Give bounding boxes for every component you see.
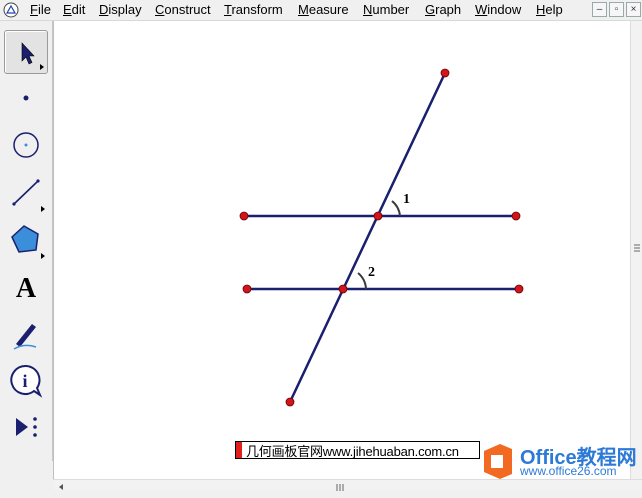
menu-bar: File Edit Display Construct Transform Me… <box>0 0 642 21</box>
point-icon <box>23 95 29 101</box>
caption-accent <box>236 442 242 458</box>
point-upper-left[interactable] <box>239 211 249 221</box>
site-caption: 几何画板官网www.jihehuaban.com.cn <box>235 441 480 459</box>
angle-mark-1 <box>391 200 401 217</box>
minimize-button[interactable]: – <box>592 2 607 17</box>
scrollbar-grip-icon <box>634 244 640 252</box>
information-icon: i <box>10 364 43 398</box>
custom-tools-icon <box>16 417 37 437</box>
watermark-url: www.office26.com <box>520 464 617 478</box>
menu-transform[interactable]: Transform <box>224 2 283 18</box>
app-icon[interactable] <box>3 2 19 18</box>
menu-number[interactable]: Number <box>363 2 409 18</box>
menu-construct[interactable]: Construct <box>155 2 211 18</box>
restore-button[interactable]: ▫ <box>609 2 624 17</box>
office-logo-icon <box>484 444 512 479</box>
point-lower-right[interactable] <box>514 284 524 294</box>
text-tool[interactable]: A <box>4 265 48 309</box>
menu-measure[interactable]: Measure <box>298 2 349 18</box>
scrollbar-grip-icon <box>59 484 344 491</box>
menu-edit[interactable]: Edit <box>63 2 85 18</box>
menu-file[interactable]: File <box>30 2 51 18</box>
point-bottom[interactable] <box>285 397 295 407</box>
point-top[interactable] <box>440 68 450 78</box>
point-tool[interactable] <box>4 77 48 121</box>
menu-window[interactable]: Window <box>475 2 521 18</box>
svg-text:i: i <box>22 371 27 391</box>
menu-help[interactable]: Help <box>536 2 563 18</box>
toolbox: A i <box>0 21 53 461</box>
close-button[interactable]: × <box>626 2 641 17</box>
angle-label-1: 1 <box>403 192 410 207</box>
point-upper-right[interactable] <box>511 211 521 221</box>
text-icon: A <box>16 273 37 304</box>
vertical-scrollbar[interactable] <box>630 21 642 479</box>
caption-text: 几何画板官网www.jihehuaban.com.cn <box>246 443 459 459</box>
marker-tool[interactable] <box>4 312 48 356</box>
straightedge-tool[interactable] <box>4 171 48 215</box>
compass-tool[interactable] <box>4 124 48 168</box>
angle-mark-2 <box>357 272 367 290</box>
sketch-canvas[interactable]: 1 2 <box>53 21 631 479</box>
point-upper-intersection[interactable] <box>373 211 383 221</box>
compass-icon <box>13 132 39 158</box>
point-lower-intersection[interactable] <box>338 284 348 294</box>
menu-display[interactable]: Display <box>99 2 142 18</box>
custom-tool[interactable] <box>4 406 48 450</box>
information-tool[interactable]: i <box>4 359 48 403</box>
angle-label-2: 2 <box>368 265 375 280</box>
office-watermark: Office教程网 www.office26.com <box>480 441 640 481</box>
geometry-figure: 1 2 <box>239 68 524 407</box>
transversal-line[interactable] <box>288 72 447 403</box>
arrow-tool[interactable] <box>4 30 48 74</box>
polygon-tool[interactable] <box>4 218 48 262</box>
svg-text:A: A <box>16 273 37 304</box>
marker-icon <box>13 324 37 350</box>
point-lower-left[interactable] <box>242 284 252 294</box>
menu-graph[interactable]: Graph <box>425 2 461 18</box>
